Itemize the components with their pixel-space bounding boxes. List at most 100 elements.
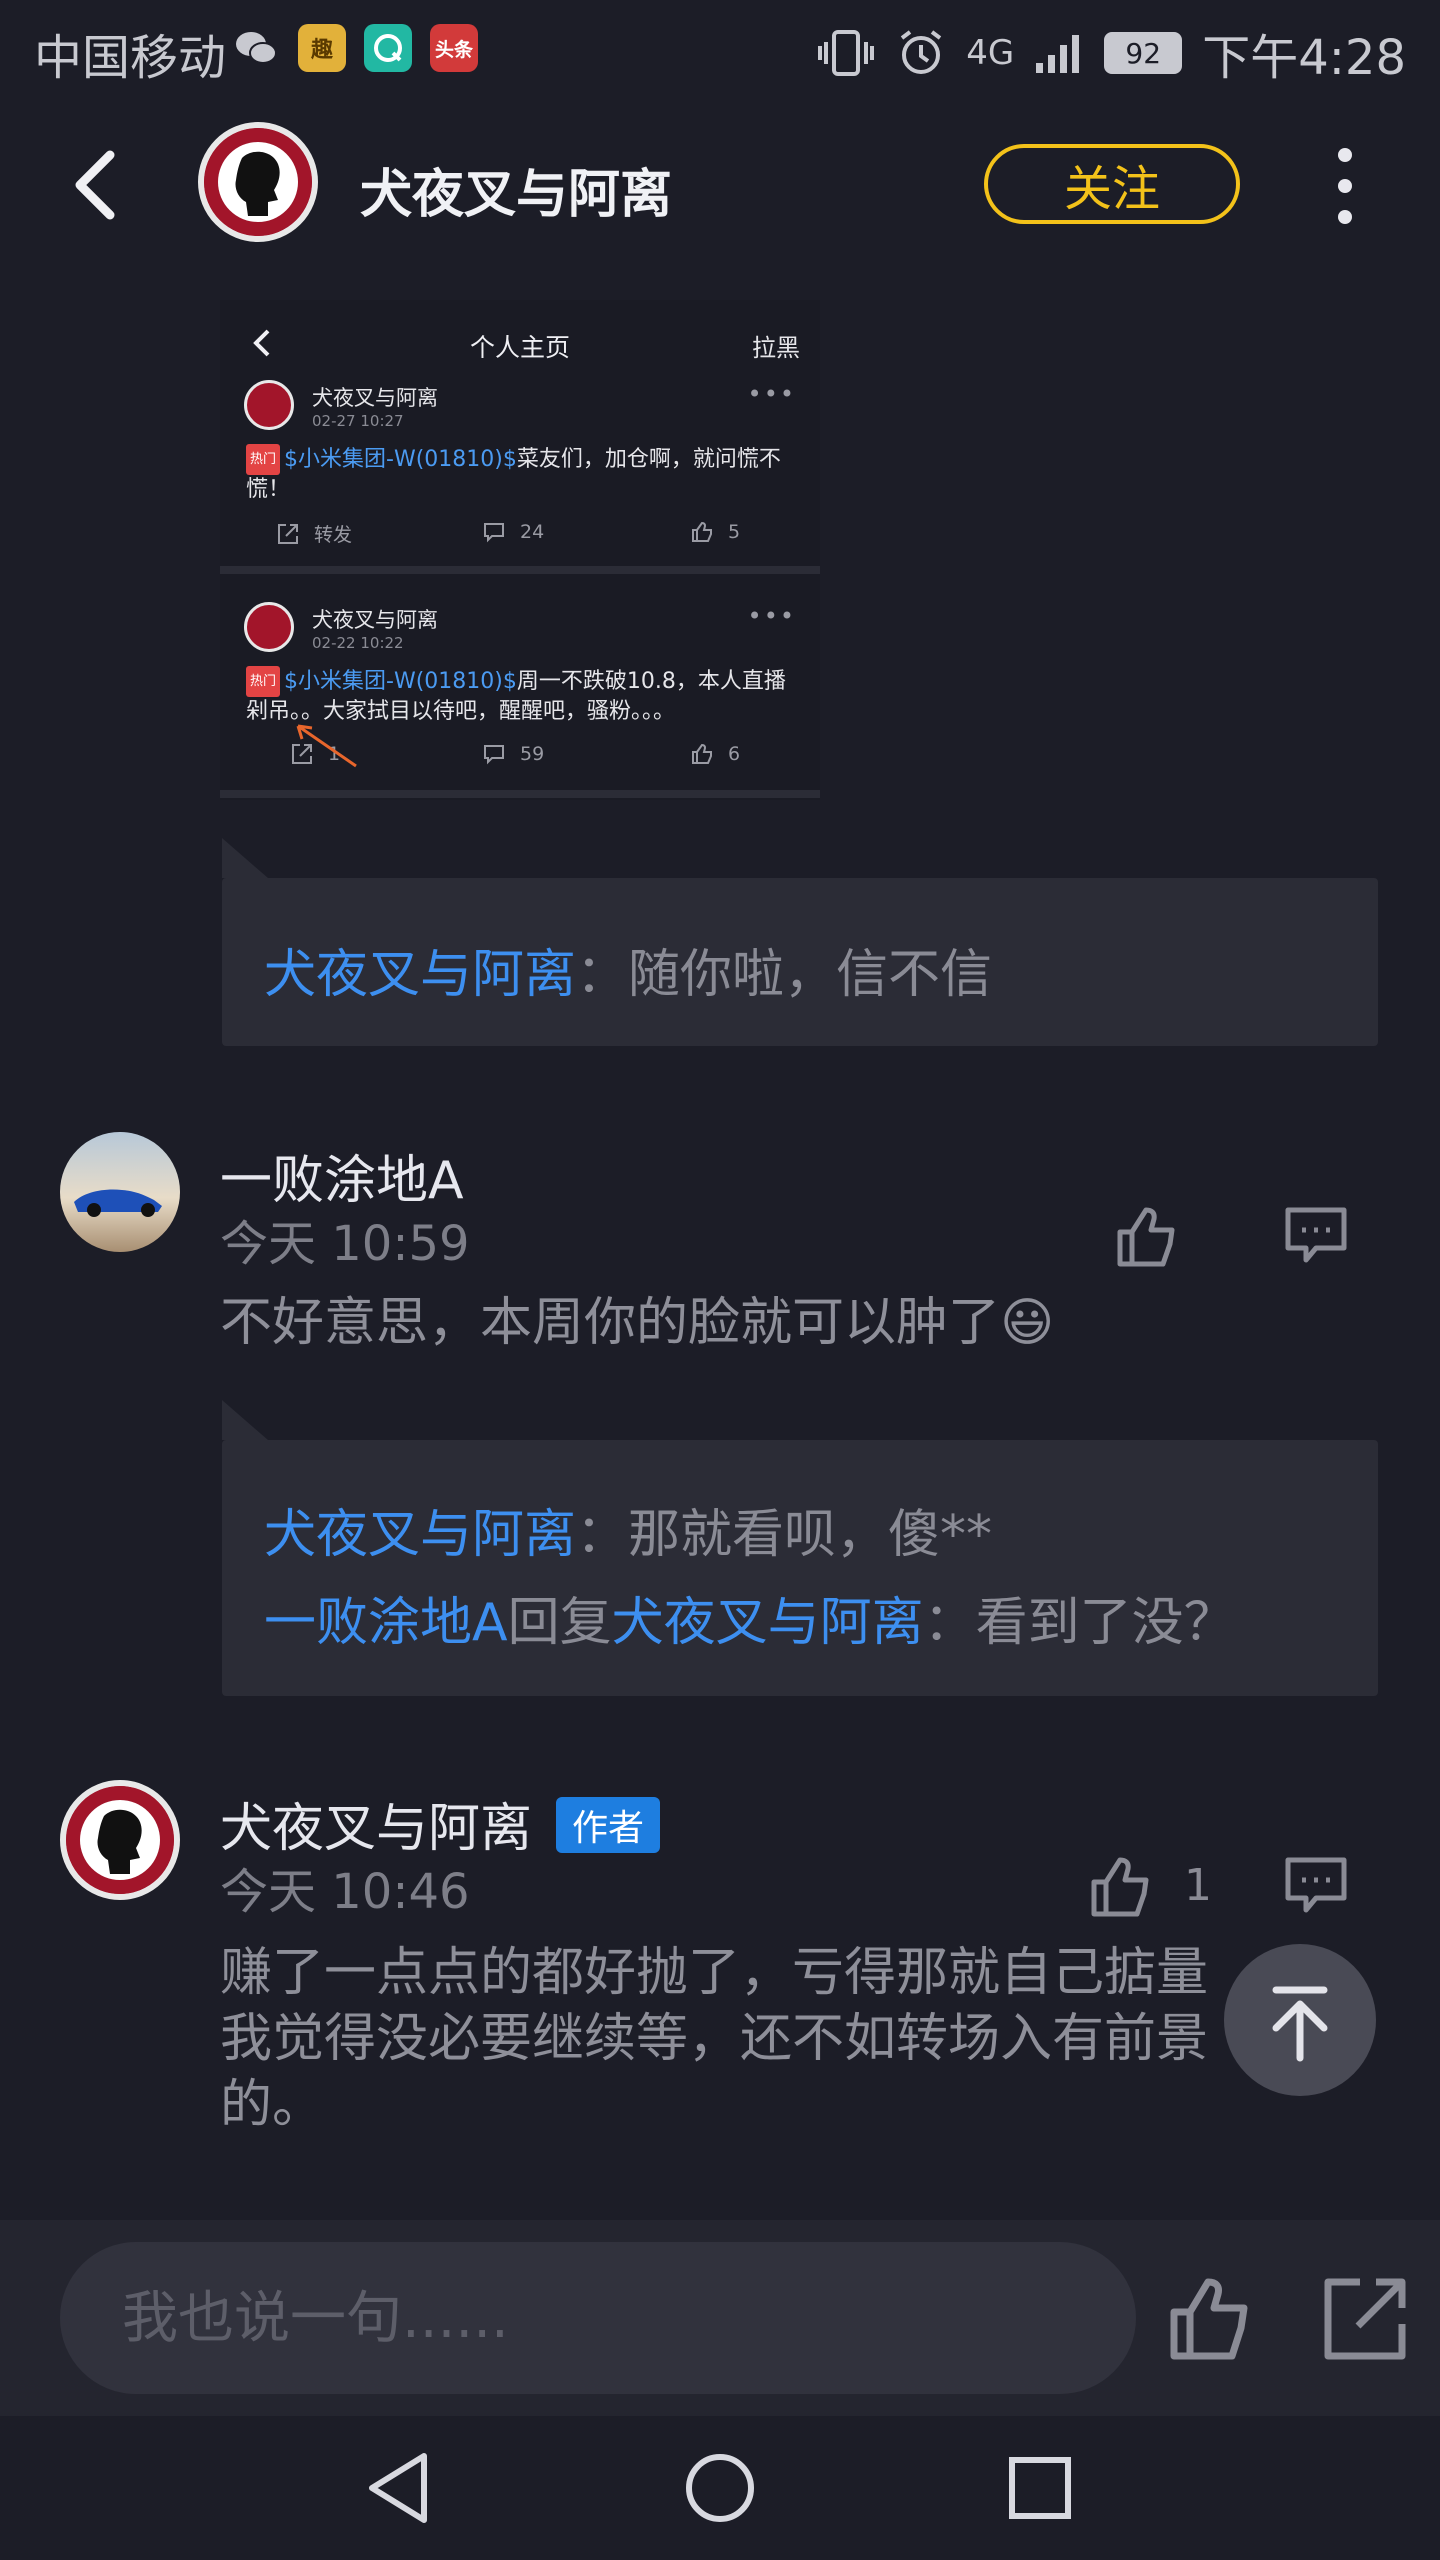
profile-portrait-icon xyxy=(66,1786,174,1894)
reply-button[interactable] xyxy=(1280,1850,1352,1922)
quote-separator: ： xyxy=(576,1505,629,1565)
signal-icon xyxy=(1036,35,1080,73)
quote-author[interactable]: 犬夜叉与阿离 xyxy=(264,945,576,1005)
like-count: 6 xyxy=(728,743,741,765)
scroll-to-top-button[interactable] xyxy=(1224,1944,1376,2096)
alarm-icon xyxy=(901,30,942,74)
screenshot-block-label: 拉黑 xyxy=(752,334,800,362)
network-type: 4G xyxy=(966,33,1015,73)
comment-text-line: 我觉得没必要继续等，还不如转场入有前景 xyxy=(220,2009,1209,2069)
author-badge: 作者 xyxy=(556,1797,661,1853)
annotation-arrow-icon xyxy=(296,724,357,768)
comment-input-bar xyxy=(0,2220,1440,2416)
toutiao-icon: 头条 xyxy=(430,24,478,72)
reply-target[interactable]: 犬夜叉与阿离 xyxy=(612,1593,924,1653)
avatar[interactable] xyxy=(60,1132,180,1252)
comment-text: 不好意思，本周你的脸就可以肿了😃 xyxy=(220,1293,1055,1353)
comment-text-line: 赚了一点点的都好抛了，亏得那就自己掂量 xyxy=(220,1943,1209,2003)
more-icon: ••• xyxy=(747,602,796,630)
post-time: 02-22 10:22 xyxy=(312,634,404,652)
qutoutiao-icon: 趣 xyxy=(298,24,346,72)
comment-input-container[interactable] xyxy=(60,2242,1136,2394)
notification-icons: 趣 头条 xyxy=(232,24,478,72)
follow-button[interactable]: 关注 xyxy=(984,144,1240,224)
post-author: 犬夜叉与阿离 xyxy=(312,608,438,632)
quote-line: 犬夜叉与阿离：那就看呗，傻** xyxy=(264,1492,992,1567)
nav-home-button[interactable] xyxy=(678,2446,762,2530)
circle-home-icon xyxy=(686,2454,754,2522)
post-text: 热门 $小米集团-W(01810)$周一不跌破10.8，本人直播剁吊。。大家拭目以… xyxy=(246,666,786,726)
nav-back-button[interactable] xyxy=(358,2446,442,2530)
quote-separator: ： xyxy=(576,945,629,1005)
thumbs-up-icon xyxy=(692,743,712,764)
stock-link: $小米集团-W(01810)$ xyxy=(284,447,517,472)
more-options-button[interactable] xyxy=(1325,148,1365,224)
chevron-left-icon xyxy=(75,150,115,220)
reply-quote[interactable]: 犬夜叉与阿离：随你啦，信不信 xyxy=(222,838,1378,1046)
post-comments: 59 xyxy=(482,742,544,766)
quote-author[interactable]: 一败涂地A xyxy=(264,1593,508,1653)
hot-tag: 热门 xyxy=(246,444,281,475)
comment-author[interactable]: 一败涂地A xyxy=(220,1138,464,1213)
quote-line: 一败涂地A回复犬夜叉与阿离：看到了没？ xyxy=(264,1580,1236,1655)
stock-link: $小米集团-W(01810)$ xyxy=(284,669,517,694)
back-button[interactable] xyxy=(60,145,140,225)
comment-count: 24 xyxy=(520,521,545,543)
post-likes: 6 xyxy=(690,742,740,766)
reply-button[interactable] xyxy=(1280,1200,1352,1272)
thumbs-up-icon xyxy=(692,521,712,542)
system-navigation-bar xyxy=(0,2416,1440,2560)
like-button[interactable] xyxy=(1086,1850,1158,1922)
arrow-up-icon xyxy=(1272,1986,1328,2062)
post-actions: 转发 24 5 xyxy=(220,520,820,556)
comment-icon xyxy=(1285,1207,1347,1263)
clock: 下午4:28 xyxy=(1202,30,1406,86)
profile-portrait-icon xyxy=(204,128,312,236)
quote-separator: ： xyxy=(923,1593,976,1653)
comment-time: 今天 10:46 xyxy=(220,1864,470,1920)
app-header: 犬夜叉与阿离 关注 xyxy=(0,100,1440,270)
comment-icon xyxy=(1285,1857,1347,1913)
status-bar: 中国移动 趣 头条 4G 92 下午4:28 xyxy=(0,0,1440,100)
square-recents-icon xyxy=(1009,2457,1071,2519)
comment-time: 今天 10:59 xyxy=(220,1216,470,1272)
more-dot-icon xyxy=(1338,210,1352,224)
post-time: 02-27 10:27 xyxy=(312,412,404,430)
qq-browser-icon xyxy=(364,24,412,72)
thumbs-up-icon xyxy=(1117,1207,1175,1267)
quote-text: 随你啦，信不信 xyxy=(628,945,993,1005)
divider xyxy=(220,566,820,574)
thumbs-up-icon xyxy=(1170,2278,1248,2360)
quote-author[interactable]: 犬夜叉与阿离 xyxy=(264,1505,576,1565)
post-text: 热门 $小米集团-W(01810)$菜友们，加仓啊，就问慌不慌！ xyxy=(246,444,786,504)
reply-quote[interactable]: 犬夜叉与阿离：那就看呗，傻** 一败涂地A回复犬夜叉与阿离：看到了没？ xyxy=(222,1400,1378,1696)
like-post-button[interactable] xyxy=(1166,2272,1258,2364)
post-comments: 24 xyxy=(482,520,544,544)
carrier-label: 中国移动 xyxy=(34,30,227,86)
like-button[interactable] xyxy=(1112,1200,1184,1272)
like-count: 1 xyxy=(1184,1860,1212,1911)
more-dot-icon xyxy=(1338,179,1352,193)
share-post-button[interactable] xyxy=(1320,2272,1412,2364)
screenshot-title: 个人主页 xyxy=(469,333,570,362)
avatar xyxy=(244,602,294,652)
comment-author[interactable]: 犬夜叉与阿离 xyxy=(220,1799,532,1859)
comment-input[interactable] xyxy=(122,2242,1082,2394)
comment-text: 赚了一点点的都好抛了，亏得那就自己掂量 我觉得没必要继续等，还不如转场入有前景 … xyxy=(220,1940,1208,2138)
avatar xyxy=(244,380,294,430)
embedded-screenshot[interactable]: 个人主页 拉黑 犬夜叉与阿离 02-27 10:27 ••• 热门 $小米集团-W… xyxy=(220,300,820,800)
nav-recents-button[interactable] xyxy=(998,2446,1082,2530)
page-title: 犬夜叉与阿离 xyxy=(360,165,673,225)
comment-text-line: 的。 xyxy=(220,2075,325,2135)
avatar[interactable] xyxy=(60,1780,180,1900)
comment-count: 59 xyxy=(520,743,545,765)
reply-word: 回复 xyxy=(507,1593,612,1653)
comment-icon xyxy=(484,523,504,543)
avatar[interactable] xyxy=(198,122,318,242)
post-share: 转发 xyxy=(276,520,352,547)
wechat-icon xyxy=(232,24,280,72)
comment-author-row: 犬夜叉与阿离 作者 xyxy=(220,1786,661,1861)
quote-line: 犬夜叉与阿离：随你啦，信不信 xyxy=(264,932,992,1007)
vibrate-icon xyxy=(818,30,875,76)
quote-text: 那就看呗，傻** xyxy=(628,1505,993,1565)
